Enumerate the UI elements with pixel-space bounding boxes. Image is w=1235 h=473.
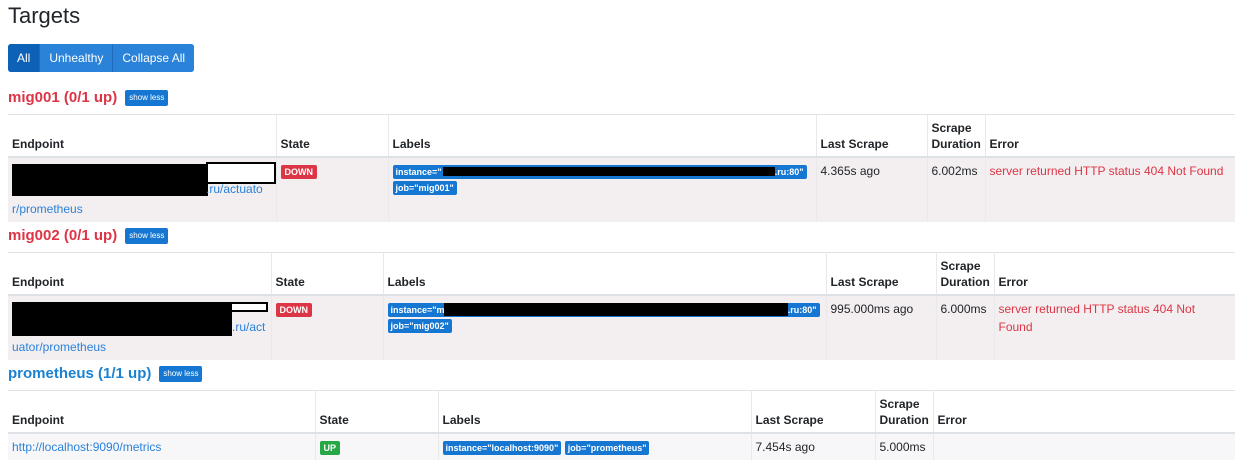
state-badge: DOWN <box>280 164 317 179</box>
state-cell: DOWN <box>276 156 389 222</box>
last-scrape-cell: 4.365s ago <box>816 156 928 222</box>
scrape-duration-cell: 5.000ms <box>875 432 934 460</box>
pool-header-prometheus: prometheus (1/1 up) show less <box>8 365 203 382</box>
col-state: State <box>276 114 389 158</box>
filter-unhealthy-button[interactable]: Unhealthy <box>40 44 114 72</box>
show-less-button[interactable]: show less <box>125 227 169 244</box>
col-labels: Labels <box>383 252 827 296</box>
endpoint-link[interactable]: r/prometheus <box>12 202 83 216</box>
filter-all-button[interactable]: All <box>8 44 41 72</box>
col-error: Error <box>994 252 1235 296</box>
last-scrape-cell: 995.000ms ago <box>826 294 937 360</box>
col-error: Error <box>933 390 1235 434</box>
scrape-duration-cell: 6.002ms <box>927 156 986 222</box>
col-state: State <box>315 390 439 434</box>
endpoint-link[interactable]: http://localhost:9090/metrics <box>12 440 161 454</box>
table-row: .ru/act uator/prometheus DOWN instance="… <box>8 294 1235 360</box>
label-instance-badge: instance="localhost:9090" <box>442 440 562 455</box>
targets-table-mig001: Endpoint State Labels Last Scrape Scrape… <box>8 114 1235 222</box>
scrape-duration-cell: 6.000ms <box>936 294 995 360</box>
last-scrape-cell: 7.454s ago <box>751 432 876 460</box>
collapse-all-button[interactable]: Collapse All <box>113 44 195 72</box>
labels-cell: instance=" .ru:80" job="mig001" <box>388 156 817 222</box>
state-cell: DOWN <box>271 294 384 360</box>
error-cell: server returned HTTP status 404 Not Foun… <box>994 294 1235 360</box>
state-cell: UP <box>315 432 439 460</box>
col-scrape-duration: Scrape Duration <box>936 252 995 296</box>
filter-button-group: All Unhealthy Collapse All <box>8 44 195 72</box>
targets-table-mig002: Endpoint State Labels Last Scrape Scrape… <box>8 252 1235 360</box>
show-less-button[interactable]: show less <box>159 365 203 382</box>
col-scrape-duration: Scrape Duration <box>875 390 934 434</box>
endpoint-link[interactable]: uator/prometheus <box>12 340 106 354</box>
col-endpoint: Endpoint <box>8 390 316 434</box>
error-cell <box>933 432 1235 460</box>
redaction-box <box>12 301 232 336</box>
state-badge: DOWN <box>275 302 312 317</box>
redaction-box <box>443 302 788 316</box>
col-state: State <box>271 252 384 296</box>
table-row: .ru/actuato r/prometheus DOWN instance="… <box>8 156 1235 222</box>
col-endpoint: Endpoint <box>8 114 277 158</box>
label-job-badge: job="mig001" <box>392 180 457 195</box>
label-job-badge: job="mig002" <box>387 318 452 333</box>
state-badge: UP <box>319 440 341 455</box>
pool-header-mig001: mig001 (0/1 up) show less <box>8 89 169 106</box>
col-error: Error <box>985 114 1235 158</box>
endpoint-link[interactable]: .ru/actuato <box>206 180 263 198</box>
error-cell: server returned HTTP status 404 Not Foun… <box>985 156 1235 222</box>
col-labels: Labels <box>438 390 752 434</box>
labels-cell: instance="localhost:9090" job="prometheu… <box>438 432 752 460</box>
col-last-scrape: Last Scrape <box>751 390 876 434</box>
col-scrape-duration: Scrape Duration <box>927 114 986 158</box>
pool-title[interactable]: mig002 (0/1 up) <box>8 227 117 244</box>
pool-title[interactable]: mig001 (0/1 up) <box>8 89 117 106</box>
redaction-box <box>230 301 268 312</box>
show-less-button[interactable]: show less <box>125 89 169 106</box>
label-job-badge: job="prometheus" <box>564 440 650 455</box>
col-labels: Labels <box>388 114 817 158</box>
redaction-box <box>12 163 208 196</box>
labels-cell: instance="m .ru:80" job="mig002" <box>383 294 827 360</box>
table-row: http://localhost:9090/metrics UP instanc… <box>8 432 1235 460</box>
col-endpoint: Endpoint <box>8 252 272 296</box>
endpoint-cell: .ru/actuato r/prometheus <box>8 156 277 222</box>
redaction-box <box>442 166 775 176</box>
pool-title[interactable]: prometheus (1/1 up) <box>8 365 151 382</box>
endpoint-cell: http://localhost:9090/metrics <box>8 432 316 460</box>
col-last-scrape: Last Scrape <box>816 114 928 158</box>
col-last-scrape: Last Scrape <box>826 252 937 296</box>
label-instance-badge: instance="m .ru:80" <box>387 302 820 317</box>
targets-table-prometheus: Endpoint State Labels Last Scrape Scrape… <box>8 390 1235 460</box>
page-title: Targets <box>8 3 81 28</box>
endpoint-cell: .ru/act uator/prometheus <box>8 294 272 360</box>
label-instance-badge: instance=" .ru:80" <box>392 164 807 179</box>
endpoint-link[interactable]: .ru/act <box>232 318 265 336</box>
pool-header-mig002: mig002 (0/1 up) show less <box>8 227 169 244</box>
